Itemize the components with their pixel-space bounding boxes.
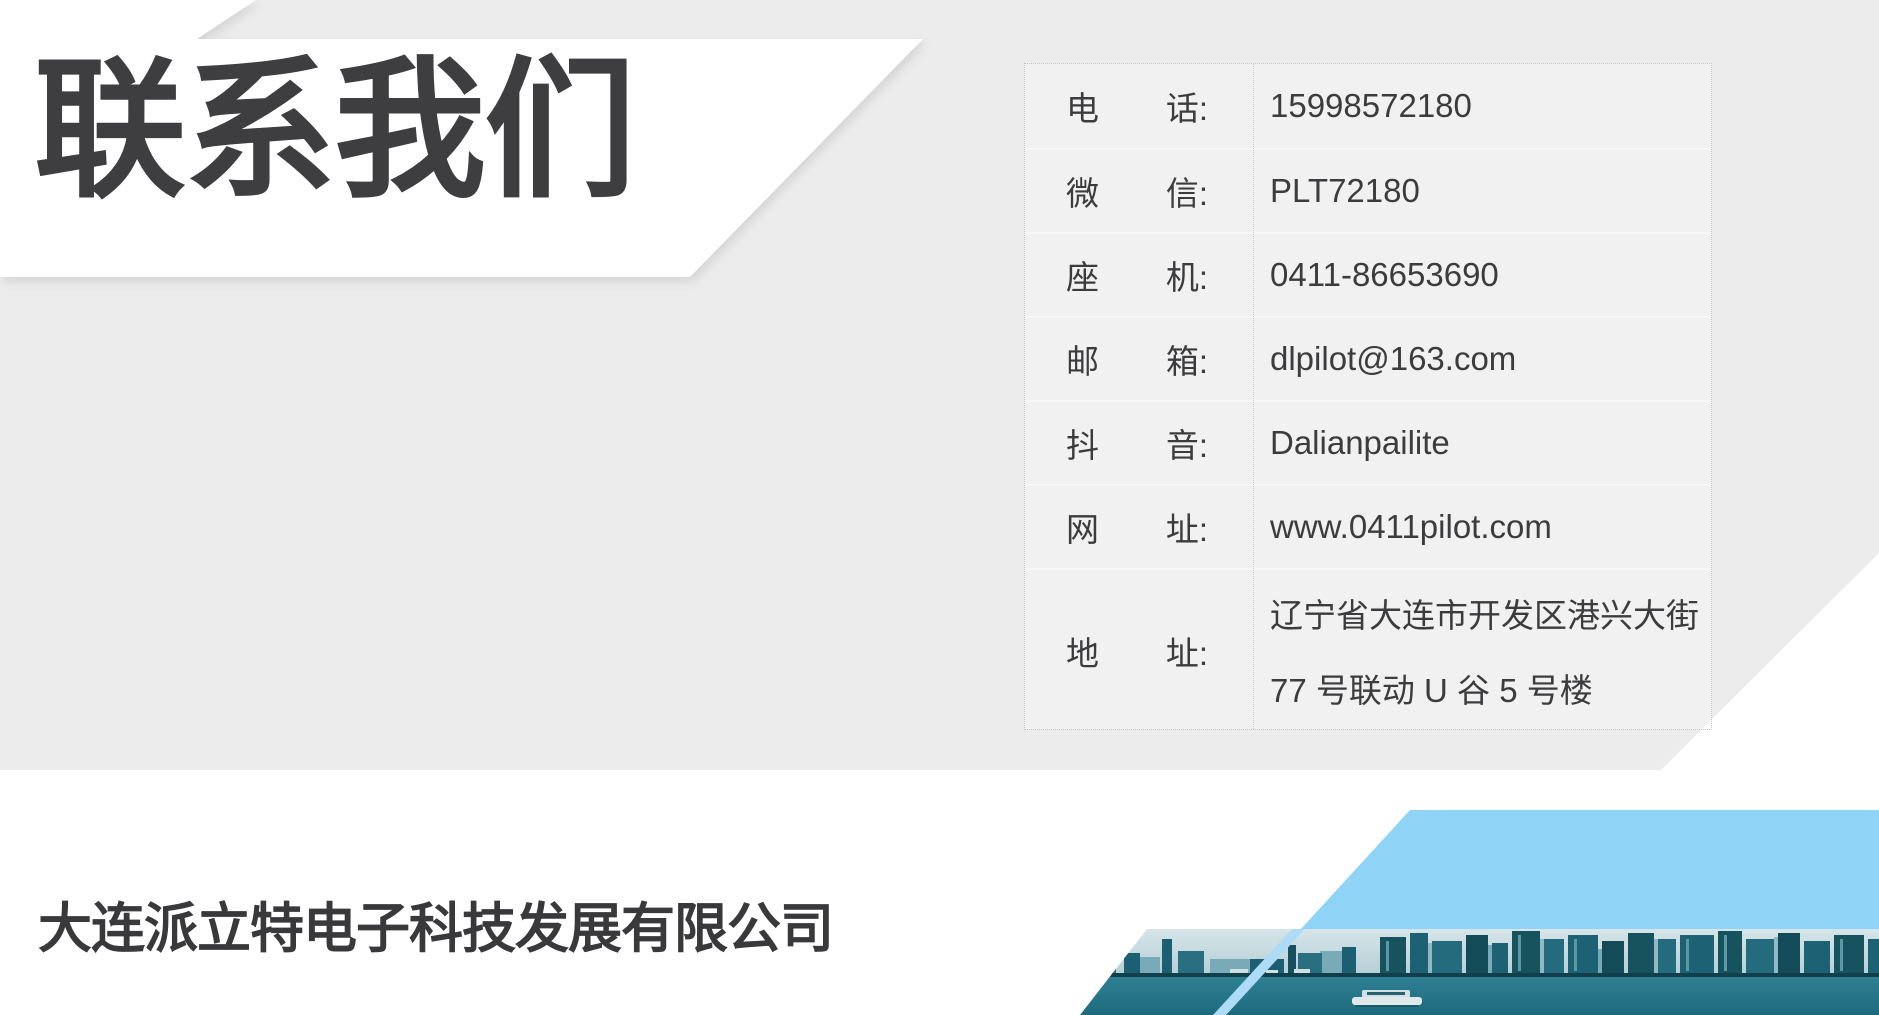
label-char-right: 信: (1166, 167, 1208, 215)
label-char-left: 抖 (1066, 419, 1099, 467)
label-char-right: 箱: (1166, 335, 1208, 383)
address-line-1: 辽宁省大连市开发区港兴大街 (1270, 589, 1699, 637)
row-label: 邮 箱: (1025, 318, 1253, 400)
row-label: 网 址: (1025, 486, 1253, 568)
label-char-left: 地 (1066, 627, 1099, 675)
label-char-right: 址: (1166, 503, 1208, 551)
page-title: 联系我们 (34, 48, 634, 215)
table-row-douyin: 抖 音: Dalianpailite (1025, 400, 1711, 484)
table-row-address: 地 址: 辽宁省大连市开发区港兴大街 77 号联动 U 谷 5 号楼 (1025, 568, 1711, 731)
table-row-website: 网 址: www.0411pilot.com (1025, 484, 1711, 568)
contact-table: 电 话: 15998572180 微 信: PLT72180 座 机: 0411… (1024, 63, 1712, 730)
column-divider (1253, 64, 1254, 729)
banner-shape: 联系我们 (0, 0, 950, 277)
table-row-wechat: 微 信: PLT72180 (1025, 148, 1711, 232)
row-label: 微 信: (1025, 150, 1253, 232)
address-line-2: 77 号联动 U 谷 5 号楼 (1270, 664, 1593, 712)
label-char-right: 机: (1166, 251, 1208, 299)
contact-page: 联系我们 电 话: 15998572180 微 信: PLT72180 座 机:… (0, 0, 1879, 1015)
row-value: Dalianpailite (1253, 402, 1711, 484)
row-label: 地 址: (1025, 570, 1253, 731)
table-row-email: 邮 箱: dlpilot@163.com (1025, 316, 1711, 400)
skyline-graphic (1080, 929, 1879, 1015)
row-label: 抖 音: (1025, 402, 1253, 484)
label-char-left: 电 (1066, 82, 1099, 130)
row-value: www.0411pilot.com (1253, 486, 1711, 568)
title-banner: 联系我们 (0, 0, 960, 290)
row-value: PLT72180 (1253, 150, 1711, 232)
row-value: 0411-86653690 (1253, 234, 1711, 316)
company-name: 大连派立特电子科技发展有限公司 (38, 884, 833, 963)
row-label: 电 话: (1025, 64, 1253, 148)
label-char-left: 网 (1066, 503, 1099, 551)
row-value-address: 辽宁省大连市开发区港兴大街 77 号联动 U 谷 5 号楼 (1253, 570, 1711, 731)
label-char-left: 邮 (1066, 335, 1099, 383)
label-char-left: 座 (1066, 251, 1099, 299)
label-char-right: 址: (1166, 627, 1208, 675)
row-label: 座 机: (1025, 234, 1253, 316)
row-value: 15998572180 (1253, 64, 1711, 148)
table-row-phone: 电 话: 15998572180 (1025, 64, 1711, 148)
label-char-right: 话: (1166, 82, 1208, 130)
cityscape-photo (1080, 929, 1879, 1015)
row-value: dlpilot@163.com (1253, 318, 1711, 400)
label-char-left: 微 (1066, 167, 1099, 215)
blue-parallelogram (1300, 810, 1879, 930)
label-char-right: 音: (1166, 419, 1208, 467)
table-row-landline: 座 机: 0411-86653690 (1025, 232, 1711, 316)
